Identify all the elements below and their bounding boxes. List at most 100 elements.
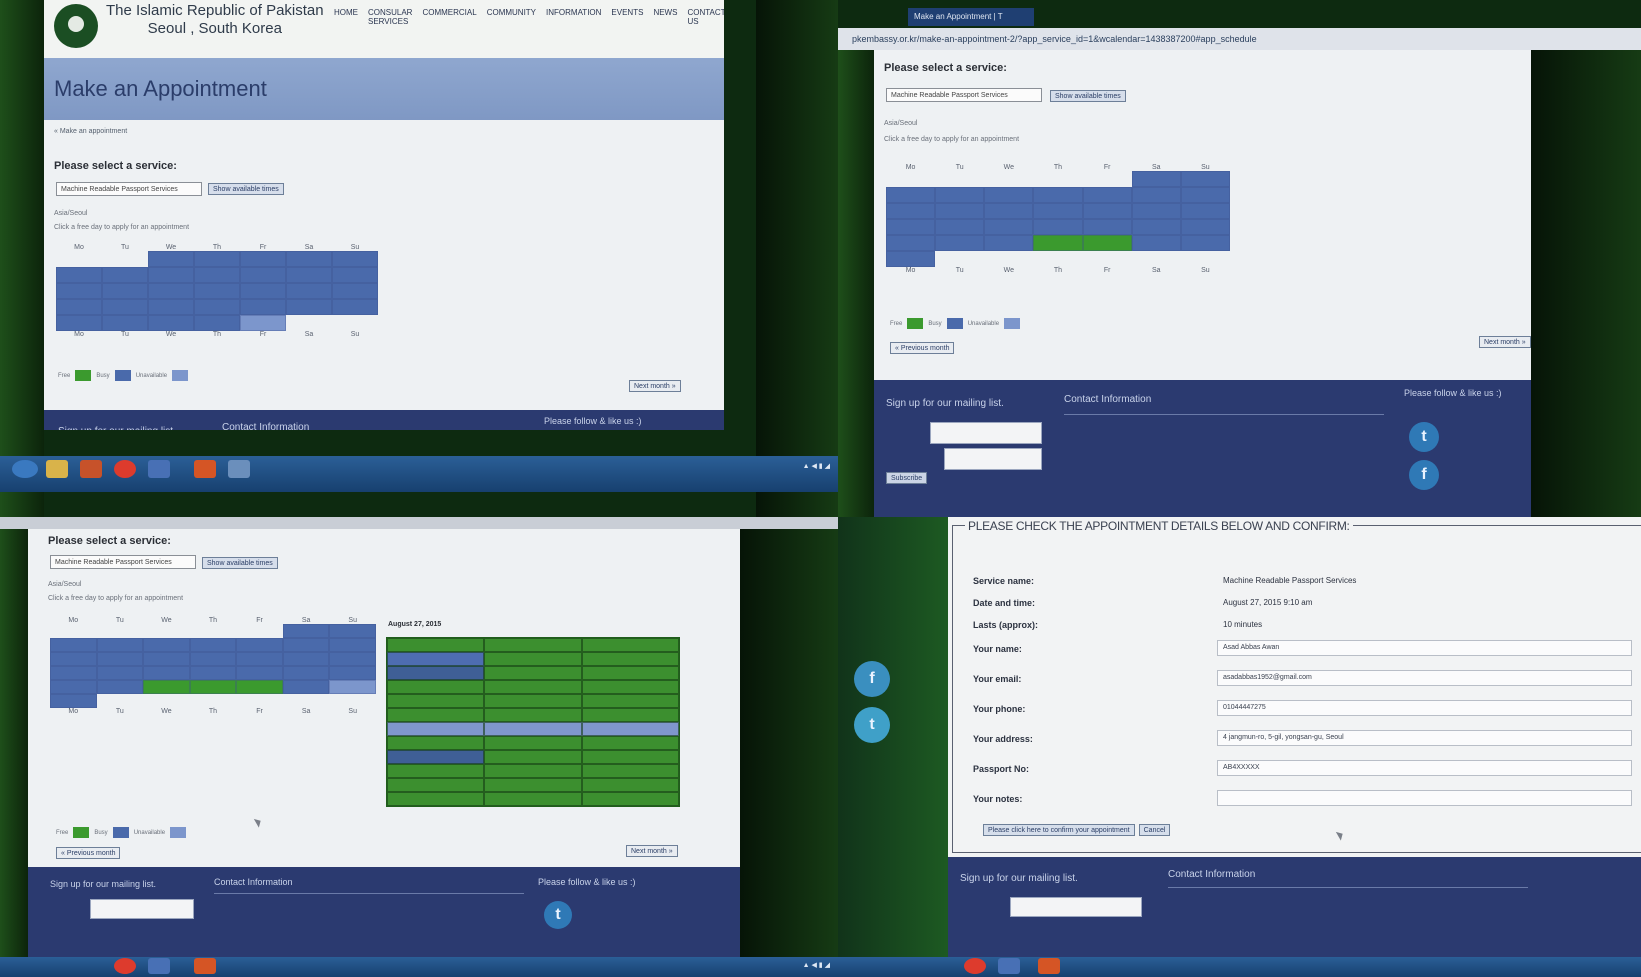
- calendar-day-cell[interactable]: [143, 652, 190, 666]
- calendar-day-cell[interactable]: [1033, 203, 1083, 219]
- calendar-day-cell[interactable]: [148, 315, 194, 331]
- cancel-button[interactable]: Cancel: [1138, 824, 1171, 836]
- notes-input[interactable]: [1217, 790, 1632, 806]
- breadcrumb[interactable]: « Make an appointment: [54, 128, 127, 135]
- calendar-day-cell[interactable]: [282, 652, 330, 666]
- facebook-icon[interactable]: f: [854, 661, 890, 697]
- calendar-day-cell[interactable]: [96, 638, 144, 652]
- app-icon[interactable]: [1038, 958, 1060, 974]
- calendar-day-cell[interactable]: [886, 187, 936, 203]
- calendar-day-cell[interactable]: [1180, 203, 1230, 219]
- time-slot-cell[interactable]: [581, 708, 679, 722]
- chrome-icon[interactable]: [114, 460, 136, 478]
- passport-input[interactable]: AB4XXXXX: [1217, 760, 1632, 776]
- calendar-day-cell[interactable]: [50, 638, 97, 652]
- calendar-day-cell[interactable]: [56, 283, 102, 299]
- next-month-button[interactable]: Next month »: [629, 380, 681, 392]
- calendar-day-cell[interactable]: [236, 666, 283, 680]
- folder-icon[interactable]: [46, 460, 68, 478]
- calendar-day-cell[interactable]: [143, 666, 190, 680]
- subscribe-button[interactable]: Subscribe: [886, 472, 928, 484]
- calendar-day-cell[interactable]: [50, 666, 97, 680]
- time-slot-cell[interactable]: [484, 694, 582, 708]
- time-slot-cell[interactable]: [387, 750, 485, 764]
- calendar-day-cell[interactable]: [50, 652, 97, 666]
- calendar-day-cell[interactable]: [1082, 187, 1132, 203]
- twitter-icon[interactable]: t: [854, 707, 890, 743]
- calendar-day-cell[interactable]: [143, 680, 190, 694]
- time-slot-cell[interactable]: [387, 680, 485, 694]
- nav-item[interactable]: CONSULAR SERVICES: [368, 8, 412, 26]
- previous-month-button[interactable]: « Previous month: [890, 342, 955, 354]
- service-select[interactable]: Machine Readable Passport Services: [886, 88, 1042, 102]
- calendar-day-cell[interactable]: [329, 624, 376, 638]
- calendar-day-cell[interactable]: [1131, 203, 1181, 219]
- calendar-day-cell[interactable]: [984, 235, 1034, 251]
- nav-item[interactable]: INFORMATION: [546, 8, 601, 26]
- name-field[interactable]: [930, 422, 1042, 444]
- phone-input[interactable]: 01044447275: [1217, 700, 1632, 716]
- calendar-day-cell[interactable]: [102, 283, 148, 299]
- time-slot-cell[interactable]: [581, 722, 679, 736]
- system-tray[interactable]: ▲ ◀ ▮ ◢: [803, 462, 830, 470]
- calendar-day-cell[interactable]: [96, 652, 144, 666]
- calendar-day-cell[interactable]: [102, 299, 148, 315]
- calendar-day-cell[interactable]: [935, 235, 985, 251]
- chrome-icon[interactable]: [964, 958, 986, 974]
- nav-item[interactable]: HOME: [334, 8, 358, 26]
- time-slot-cell[interactable]: [387, 666, 485, 680]
- calendar-day-cell[interactable]: [329, 638, 376, 652]
- confirm-button[interactable]: Please click here to confirm your appoin…: [983, 824, 1135, 836]
- app-icon[interactable]: [148, 460, 170, 478]
- calendar-day-cell[interactable]: [332, 299, 378, 315]
- time-slot-cell[interactable]: [581, 652, 679, 666]
- facebook-icon[interactable]: f: [1409, 460, 1439, 490]
- calendar-day-cell[interactable]: [1082, 219, 1132, 235]
- calendar-day-cell[interactable]: [240, 315, 286, 331]
- calendar-day-cell[interactable]: [282, 666, 330, 680]
- calendar-day-cell[interactable]: [282, 624, 330, 638]
- nav-item[interactable]: CONTACT US: [687, 8, 724, 26]
- app-icon[interactable]: [194, 958, 216, 974]
- calendar-day-cell[interactable]: [148, 251, 194, 267]
- calendar-day-cell[interactable]: [282, 638, 330, 652]
- app-icon[interactable]: [228, 460, 250, 478]
- calendar-day-cell[interactable]: [935, 203, 985, 219]
- nav-item[interactable]: EVENTS: [611, 8, 643, 26]
- system-tray[interactable]: ▲ ◀ ▮ ◢: [803, 961, 830, 969]
- time-slot-cell[interactable]: [484, 708, 582, 722]
- start-button-icon[interactable]: [12, 460, 38, 478]
- calendar-day-cell[interactable]: [50, 680, 97, 694]
- time-slot-cell[interactable]: [581, 792, 679, 806]
- calendar-day-cell[interactable]: [96, 680, 144, 694]
- calendar-day-cell[interactable]: [189, 680, 237, 694]
- next-month-button[interactable]: Next month »: [1479, 336, 1531, 348]
- calendar-day-cell[interactable]: [56, 315, 102, 331]
- calendar-day-cell[interactable]: [984, 187, 1034, 203]
- calendar-day-cell[interactable]: [329, 680, 376, 694]
- calendar-day-cell[interactable]: [1180, 187, 1230, 203]
- calendar-day-cell[interactable]: [282, 680, 330, 694]
- email-field[interactable]: [944, 448, 1042, 470]
- calendar-day-cell[interactable]: [148, 299, 194, 315]
- service-select[interactable]: Machine Readable Passport Services: [50, 555, 196, 569]
- calendar-day-cell[interactable]: [96, 666, 144, 680]
- nav-item[interactable]: COMMERCIAL: [422, 8, 476, 26]
- time-slot-cell[interactable]: [581, 764, 679, 778]
- time-slot-cell[interactable]: [387, 652, 485, 666]
- calendar-day-cell[interactable]: [194, 283, 240, 299]
- calendar-day-cell[interactable]: [1131, 187, 1181, 203]
- calendar-day-cell[interactable]: [194, 315, 240, 331]
- calendar-day-cell[interactable]: [1082, 235, 1132, 251]
- chrome-icon[interactable]: [114, 958, 136, 974]
- time-slot-cell[interactable]: [387, 694, 485, 708]
- time-slot-cell[interactable]: [484, 638, 582, 652]
- name-field[interactable]: [1010, 897, 1142, 917]
- calendar-day-cell[interactable]: [286, 299, 332, 315]
- calendar-day-cell[interactable]: [194, 267, 240, 283]
- time-slot-cell[interactable]: [484, 736, 582, 750]
- calendar-day-cell[interactable]: [332, 251, 378, 267]
- url-bar[interactable]: pkembassy.or.kr/make-an-appointment-2/?a…: [838, 28, 1641, 50]
- time-slot-cell[interactable]: [387, 708, 485, 722]
- calendar-day-cell[interactable]: [886, 219, 936, 235]
